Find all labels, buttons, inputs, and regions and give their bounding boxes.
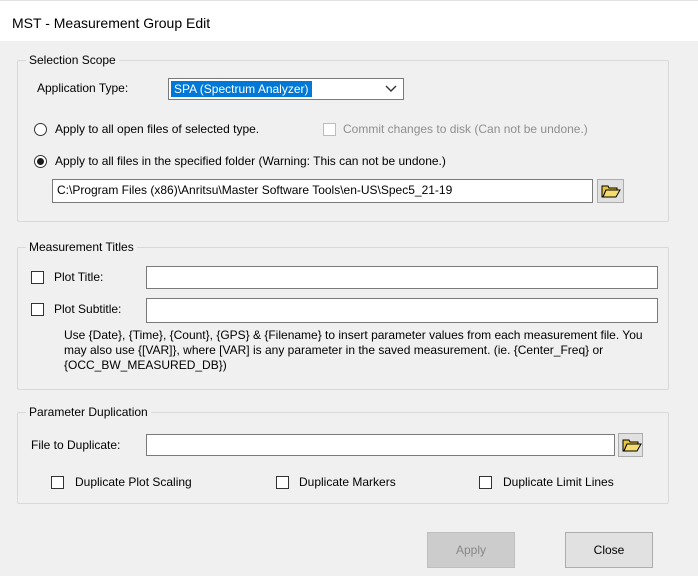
measurement-titles-legend: Measurement Titles [26,240,137,254]
parameter-help-text: Use {Date}, {Time}, {Count}, {GPS} & {Fi… [64,328,643,372]
duplicate-limit-lines-label[interactable]: Duplicate Limit Lines [503,475,614,489]
browse-file-button[interactable] [618,433,643,457]
commit-changes-label: Commit changes to disk (Can not be undon… [343,122,588,136]
close-button[interactable]: Close [565,532,653,568]
chevron-down-icon [385,85,397,92]
window-titlebar: MST - Measurement Group Edit [0,0,698,41]
plot-title-checkbox[interactable] [31,271,44,284]
duplicate-markers-checkbox[interactable] [276,476,289,489]
radio-specified-folder-label[interactable]: Apply to all files in the specified fold… [55,154,446,168]
parameter-duplication-legend: Parameter Duplication [26,405,151,419]
duplicate-limit-lines-checkbox[interactable] [479,476,492,489]
plot-subtitle-label: Plot Subtitle: [54,302,122,316]
browse-folder-button[interactable] [597,179,624,203]
radio-selected-dot [37,158,44,165]
selection-scope-legend: Selection Scope [26,53,119,67]
radio-open-files-label[interactable]: Apply to all open files of selected type… [55,122,259,136]
duplicate-markers-label[interactable]: Duplicate Markers [299,475,396,489]
radio-open-files[interactable] [34,123,47,136]
file-to-duplicate-label: File to Duplicate: [31,438,121,452]
duplicate-plot-scaling-checkbox[interactable] [51,476,64,489]
folder-path-input[interactable]: C:\Program Files (x86)\Anritsu\Master So… [52,179,593,203]
plot-subtitle-checkbox[interactable] [31,303,44,316]
duplicate-plot-scaling-label[interactable]: Duplicate Plot Scaling [75,475,192,489]
parameter-duplication-group: Parameter Duplication File to Duplicate:… [17,405,669,504]
window-title: MST - Measurement Group Edit [12,15,211,31]
plot-title-input[interactable] [146,266,658,289]
commit-changes-checkbox[interactable] [323,123,336,136]
plot-title-label: Plot Title: [54,270,104,284]
file-to-duplicate-input[interactable] [146,434,615,456]
application-type-select[interactable]: SPA (Spectrum Analyzer) [168,78,404,100]
apply-button[interactable]: Apply [427,532,515,568]
application-type-value: SPA (Spectrum Analyzer) [171,81,312,97]
selection-scope-group: Selection Scope Application Type: SPA (S… [17,53,669,222]
radio-specified-folder[interactable] [34,155,47,168]
plot-subtitle-input[interactable] [146,298,658,323]
application-type-label: Application Type: [37,81,129,95]
open-folder-icon [622,439,642,452]
open-folder-icon [601,185,621,198]
